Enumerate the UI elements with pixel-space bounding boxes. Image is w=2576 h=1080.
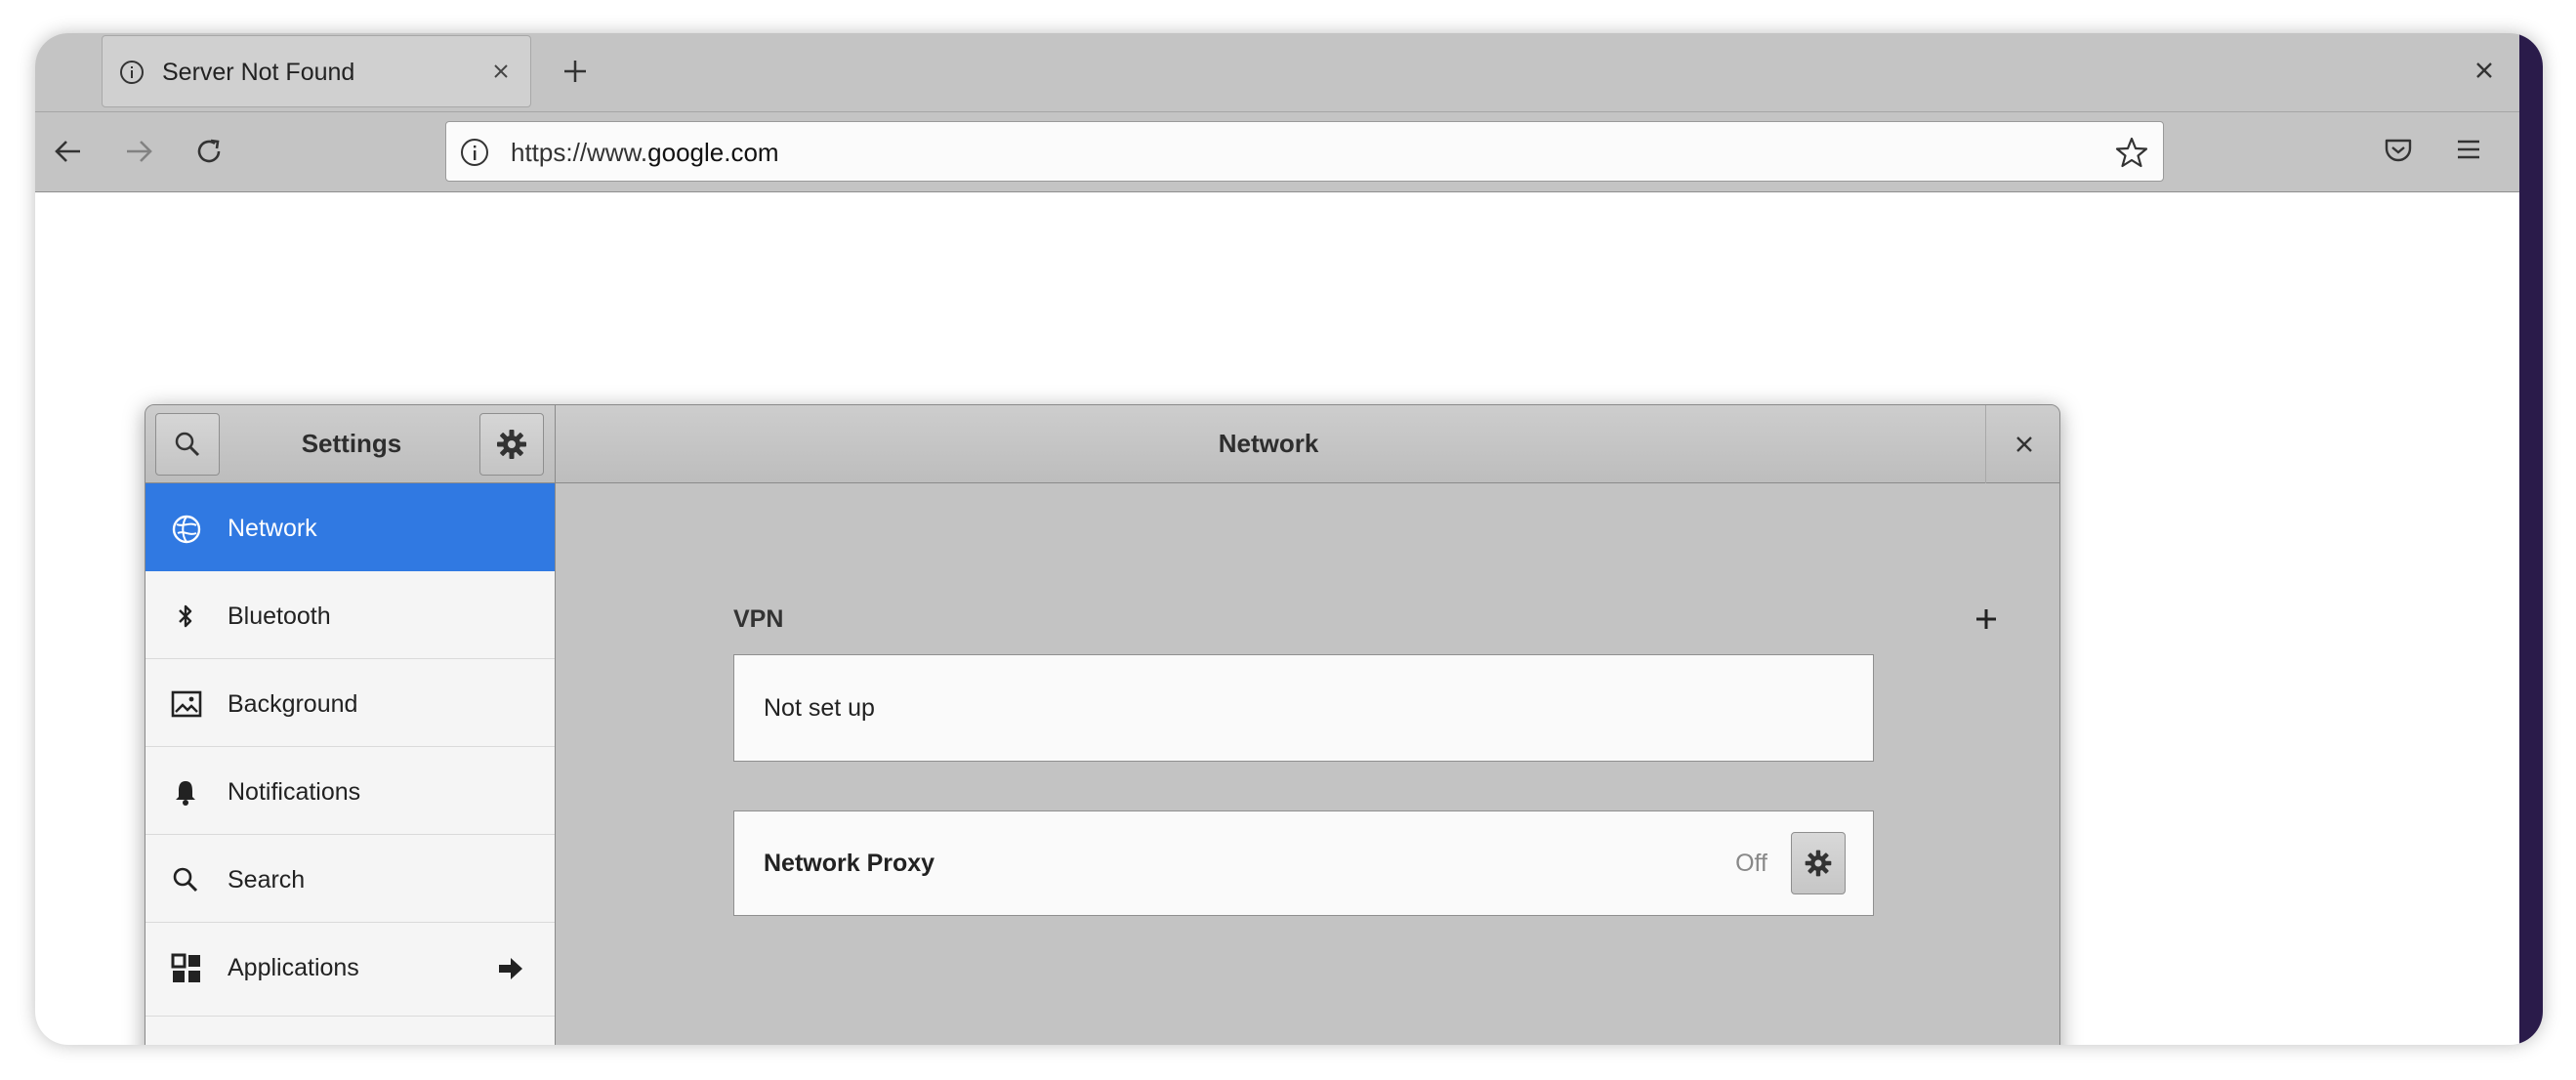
sidebar-item-label: Bluetooth xyxy=(228,602,331,630)
site-info-icon[interactable] xyxy=(458,136,491,169)
vpn-empty-text: Not set up xyxy=(764,694,875,722)
new-tab-button[interactable] xyxy=(559,55,592,88)
sidebar-item-label: Search xyxy=(228,866,306,893)
settings-close-button[interactable] xyxy=(1985,405,2059,483)
settings-menu-button[interactable] xyxy=(479,413,544,476)
window-close-button[interactable] xyxy=(2471,57,2498,84)
search-icon xyxy=(171,865,200,894)
settings-search-button[interactable] xyxy=(155,413,220,476)
settings-window: Settings Network Network Bluetooth Backg… xyxy=(145,404,2060,1045)
vpn-heading: VPN xyxy=(733,605,784,633)
reload-button[interactable] xyxy=(189,132,229,171)
network-panel: VPN Not set up Network Proxy Off xyxy=(556,483,2059,1045)
browser-tab[interactable]: Server Not Found xyxy=(102,35,531,107)
network-proxy-label: Network Proxy xyxy=(764,850,935,877)
bluetooth-icon xyxy=(171,602,200,631)
network-proxy-settings-button[interactable] xyxy=(1791,832,1846,894)
back-button[interactable] xyxy=(49,132,88,171)
bell-icon xyxy=(171,777,200,807)
url-bar[interactable]: https://www.google.com xyxy=(445,121,2164,182)
arrow-right-icon xyxy=(496,954,525,983)
pocket-icon[interactable] xyxy=(2381,132,2416,167)
forward-button[interactable] xyxy=(119,132,158,171)
star-icon[interactable] xyxy=(2114,135,2149,170)
settings-sidebar: Network Bluetooth Background Notificatio… xyxy=(145,483,556,1045)
background-image-icon xyxy=(171,689,202,719)
tab-title: Server Not Found xyxy=(162,59,355,86)
sidebar-item-label: Network xyxy=(228,515,317,542)
sidebar-item-applications[interactable]: Applications xyxy=(145,923,555,1017)
panel-title: Network xyxy=(1218,429,1319,458)
hamburger-menu-icon[interactable] xyxy=(2451,132,2486,167)
settings-title: Settings xyxy=(301,429,402,458)
sidebar-item-search[interactable]: Search xyxy=(145,835,555,923)
tab-close-icon[interactable] xyxy=(487,58,515,85)
sidebar-item-notifications[interactable]: Notifications xyxy=(145,747,555,835)
network-proxy-status: Off xyxy=(1735,850,1767,877)
search-icon xyxy=(172,429,203,460)
url-prefix: https://www. xyxy=(511,138,648,167)
settings-sidebar-header: Settings xyxy=(145,405,556,483)
browser-navigation-bar: https://www.google.com xyxy=(35,112,2519,192)
url-text[interactable]: https://www.google.com xyxy=(511,138,779,168)
add-vpn-button[interactable] xyxy=(1972,604,2001,634)
sidebar-item-network[interactable]: Network xyxy=(145,483,555,571)
applications-grid-icon xyxy=(171,953,200,982)
info-icon xyxy=(118,59,145,86)
sidebar-item-label: Background xyxy=(228,690,358,718)
settings-panel-header: Network xyxy=(556,405,2059,483)
screen: Server Not Found https://www.google.com xyxy=(35,33,2543,1045)
network-proxy-row[interactable]: Network Proxy Off xyxy=(733,810,1874,916)
url-domain: google.com xyxy=(647,138,779,167)
close-icon xyxy=(2012,432,2037,457)
gear-icon xyxy=(1803,848,1834,879)
sidebar-item-background[interactable]: Background xyxy=(145,659,555,747)
gear-icon xyxy=(494,427,529,462)
sidebar-item-label: Notifications xyxy=(228,778,361,806)
sidebar-item-label: Applications xyxy=(228,954,359,981)
sidebar-item-bluetooth[interactable]: Bluetooth xyxy=(145,571,555,659)
network-icon xyxy=(171,514,201,544)
browser-tab-bar: Server Not Found xyxy=(35,33,2519,112)
desktop-background xyxy=(2519,33,2543,1045)
vpn-list: Not set up xyxy=(733,654,1874,762)
